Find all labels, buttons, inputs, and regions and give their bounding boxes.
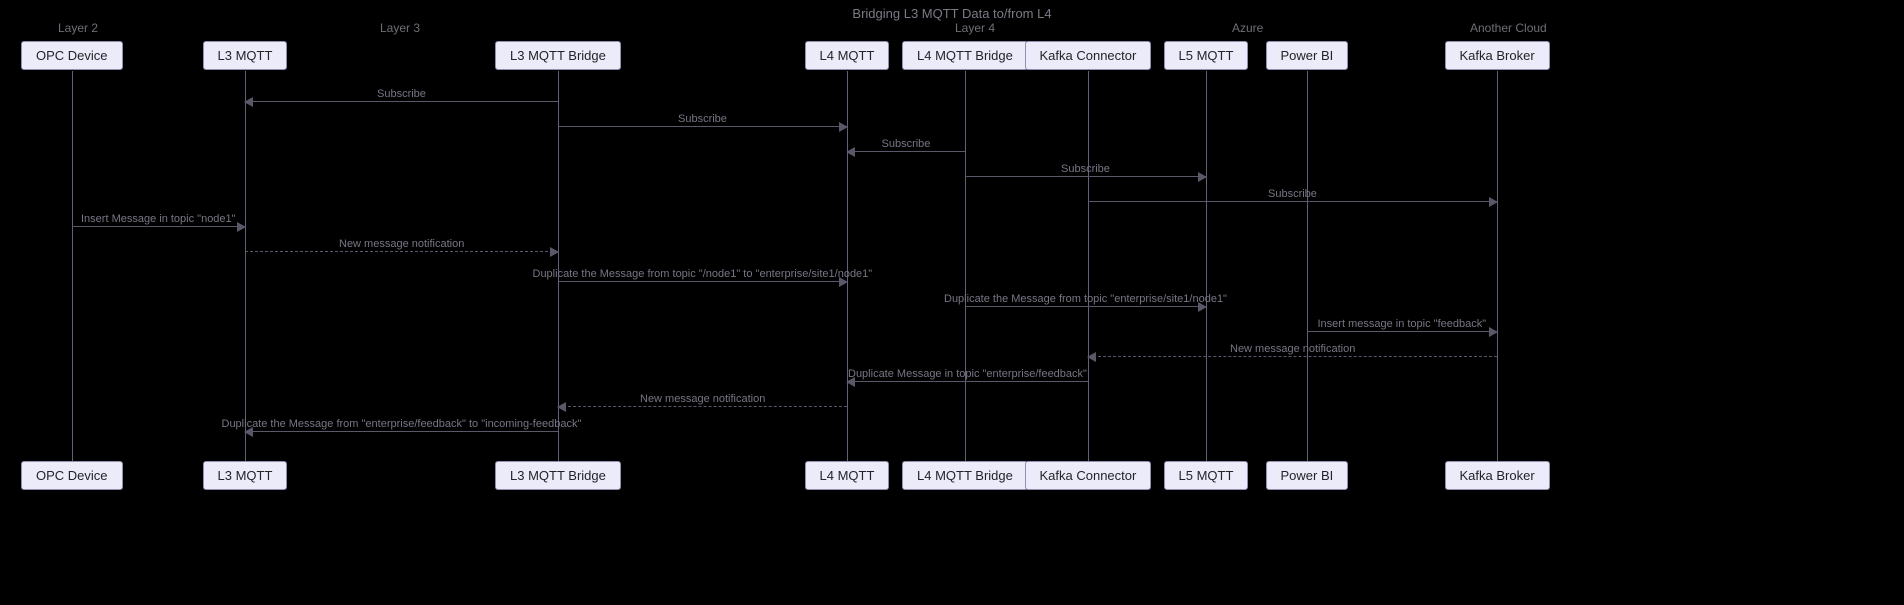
arrow-left-icon xyxy=(244,97,253,107)
lifeline xyxy=(72,71,73,461)
arrow-left-icon xyxy=(557,402,566,412)
participant-box: OPC Device xyxy=(21,41,123,70)
message-arrow: Subscribe xyxy=(245,101,558,102)
arrow-right-icon xyxy=(550,247,559,257)
participant-box: Power BI xyxy=(1266,41,1349,70)
diagram-title: Bridging L3 MQTT Data to/from L4 xyxy=(0,0,1904,21)
message-label: Subscribe xyxy=(678,113,727,125)
message-label: Subscribe xyxy=(882,138,931,150)
arrow-right-icon xyxy=(1489,197,1498,207)
message-arrow: New message notification xyxy=(245,251,558,252)
message-arrow: Duplicate the Message from topic "enterp… xyxy=(965,306,1206,307)
message-label: Subscribe xyxy=(1268,188,1317,200)
participant-box: Kafka Broker xyxy=(1445,41,1550,70)
participant-box: Kafka Broker xyxy=(1445,461,1550,490)
message-arrow: Insert Message in topic "node1" xyxy=(72,226,245,227)
message-label: Insert Message in topic "node1" xyxy=(81,213,236,225)
participant-box: L3 MQTT xyxy=(203,461,288,490)
lifeline xyxy=(1206,71,1207,461)
participant-box: L3 MQTT xyxy=(203,41,288,70)
message-arrow: Subscribe xyxy=(558,126,847,127)
message-arrow: New message notification xyxy=(1088,356,1497,357)
arrow-left-icon xyxy=(1087,352,1096,362)
participant-box: L5 MQTT xyxy=(1164,461,1249,490)
arrow-right-icon xyxy=(839,122,848,132)
participant-box: L4 MQTT Bridge xyxy=(902,461,1028,490)
message-arrow: Subscribe xyxy=(965,176,1206,177)
participant-box: Kafka Connector xyxy=(1025,41,1152,70)
layer-label: Layer 2 xyxy=(58,21,98,35)
message-arrow: Duplicate the Message from "enterprise/f… xyxy=(245,431,558,432)
participant-box: Power BI xyxy=(1266,461,1349,490)
arrow-left-icon xyxy=(846,147,855,157)
layer-label: Layer 3 xyxy=(380,21,420,35)
lifeline xyxy=(245,71,246,461)
participant-box: L4 MQTT Bridge xyxy=(902,41,1028,70)
message-arrow: Insert message in topic "feedback" xyxy=(1307,331,1497,332)
participant-box: L3 MQTT Bridge xyxy=(495,41,621,70)
message-arrow: Duplicate the Message from topic "/node1… xyxy=(558,281,847,282)
participant-box: L4 MQTT xyxy=(805,41,890,70)
layer-label: Azure xyxy=(1232,21,1263,35)
message-label: Duplicate the Message from topic "/node1… xyxy=(533,268,873,280)
arrow-right-icon xyxy=(237,222,246,232)
lifeline xyxy=(1497,71,1498,461)
message-label: New message notification xyxy=(1230,343,1355,355)
message-label: Duplicate the Message from "enterprise/f… xyxy=(222,418,582,430)
sequence-diagram: OPC Device OPC Device L3 MQTT L3 MQTT L3 MQT… xyxy=(0,41,1904,601)
participant-box: L4 MQTT xyxy=(805,461,890,490)
message-arrow: Subscribe xyxy=(847,151,965,152)
message-label: Subscribe xyxy=(377,88,426,100)
layer-labels-row: Layer 2 Layer 3 Layer 4 Azure Another Cloud xyxy=(0,21,1904,41)
message-label: Duplicate the Message from topic "enterp… xyxy=(944,293,1227,305)
participant-box: OPC Device xyxy=(21,461,123,490)
message-label: Insert message in topic "feedback" xyxy=(1318,318,1487,330)
arrow-right-icon xyxy=(1198,172,1207,182)
arrow-right-icon xyxy=(1489,327,1498,337)
participant-box: L5 MQTT xyxy=(1164,41,1249,70)
participant-box: Kafka Connector xyxy=(1025,461,1152,490)
lifeline xyxy=(1307,71,1308,461)
participant-box: L3 MQTT Bridge xyxy=(495,461,621,490)
lifeline xyxy=(965,71,966,461)
message-label: New message notification xyxy=(640,393,765,405)
message-label: New message notification xyxy=(339,238,464,250)
message-arrow: Subscribe xyxy=(1088,201,1497,202)
message-label: Duplicate Message in topic "enterprise/f… xyxy=(848,368,1087,380)
message-arrow: New message notification xyxy=(558,406,847,407)
message-label: Subscribe xyxy=(1061,163,1110,175)
layer-label: Layer 4 xyxy=(955,21,995,35)
message-arrow: Duplicate Message in topic "enterprise/f… xyxy=(847,381,1088,382)
layer-label: Another Cloud xyxy=(1470,21,1547,35)
lifeline xyxy=(1088,71,1089,461)
